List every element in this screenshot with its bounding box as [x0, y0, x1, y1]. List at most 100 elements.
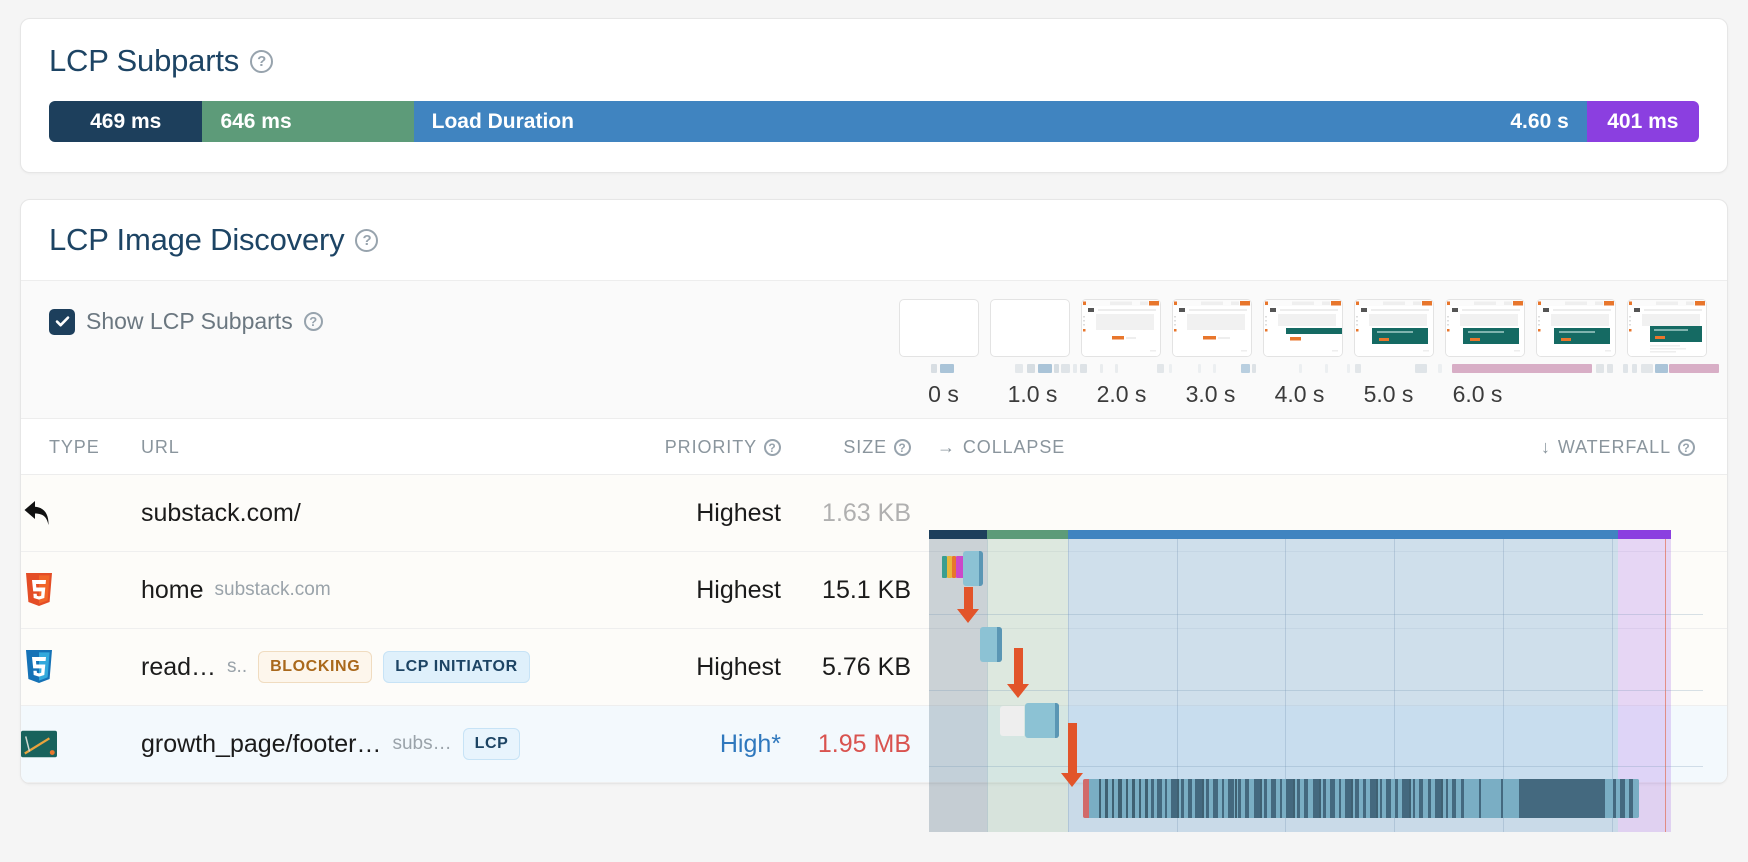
lcp-subparts-title: LCP Subparts ?: [49, 43, 1699, 79]
time-tick: 3.0 s: [1185, 381, 1236, 407]
row-priority-cell: High*: [611, 705, 781, 783]
column-header-collapse[interactable]: → COLLAPSE: [911, 419, 1064, 475]
show-lcp-subparts-toggle[interactable]: Show LCP Subparts ?: [49, 299, 323, 335]
filmstrip-row: Show LCP Subparts ? 0 s 1.0 s 2.0 s 3.0 …: [21, 281, 1727, 419]
lcp-subparts-card: LCP Subparts ? 469 ms 646 ms Load Durati…: [20, 18, 1728, 173]
row-type-cell: [21, 628, 141, 706]
help-icon[interactable]: ?: [1678, 439, 1695, 456]
time-tick: 2.0 s: [1096, 381, 1147, 407]
column-header-type[interactable]: TYPE: [21, 419, 141, 475]
badge-lcp[interactable]: LCP: [462, 728, 521, 760]
time-tick: 5.0 s: [1363, 381, 1414, 407]
subpart-load-delay[interactable]: 646 ms: [202, 101, 414, 142]
row-size-cell: 1.95 MB: [781, 705, 911, 783]
time-tick: 0 s: [928, 381, 959, 407]
lcp-report-page: LCP Subparts ? 469 ms 646 ms Load Durati…: [0, 0, 1748, 862]
filmstrip-thumb[interactable]: [990, 299, 1070, 357]
row-size-cell: 15.1 KB: [781, 551, 911, 629]
column-header-priority[interactable]: PRIORITY ?: [611, 419, 781, 475]
row-collapse-cell: [911, 628, 1021, 706]
help-icon[interactable]: ?: [303, 312, 323, 331]
filmstrip-thumb[interactable]: [1627, 299, 1707, 357]
row-url-host: substack.com: [214, 579, 331, 600]
row-waterfall-cell: [1021, 474, 1727, 552]
row-url-cell: growth_page/footer… subs… LCP: [141, 705, 611, 783]
row-waterfall-cell: [1021, 705, 1727, 783]
badge-blocking[interactable]: BLOCKING: [258, 651, 373, 683]
column-header-collapse-label: COLLAPSE: [962, 437, 1066, 457]
row-waterfall-cell: [1021, 551, 1727, 629]
row-url-text[interactable]: read…: [141, 653, 216, 682]
image-thumb-icon: [21, 726, 57, 762]
column-header-url-label: URL: [141, 437, 180, 457]
table-row[interactable]: growth_page/footer… subs… LCP High* 1.95…: [21, 705, 1727, 783]
lcp-image-discovery-header: LCP Image Discovery ?: [21, 200, 1727, 281]
row-url-text[interactable]: home: [141, 576, 204, 605]
row-priority-cell: Highest: [611, 628, 781, 706]
time-tick: 1.0 s: [1007, 381, 1058, 407]
row-type-cell: [21, 551, 141, 629]
lcp-subparts-bar: 469 ms 646 ms Load Duration 4.60 s 401 m…: [49, 101, 1699, 142]
subpart-load-duration[interactable]: Load Duration 4.60 s: [413, 101, 1587, 142]
time-tick: 6.0 s: [1452, 381, 1503, 407]
checkbox-checked-icon[interactable]: [49, 308, 75, 335]
help-icon[interactable]: ?: [355, 228, 379, 252]
filmstrip-thumb[interactable]: [1263, 299, 1343, 357]
row-size-cell: 5.76 KB: [781, 628, 911, 706]
lcp-image-discovery-card: LCP Image Discovery ? Show LCP Subparts …: [20, 199, 1728, 784]
column-header-size[interactable]: SIZE ?: [781, 419, 911, 475]
subpart-ttfb[interactable]: 469 ms: [49, 101, 203, 142]
column-header-size-label: SIZE: [843, 437, 887, 457]
column-header-url[interactable]: URL: [141, 419, 611, 475]
filmstrip-thumb[interactable]: [1536, 299, 1616, 357]
row-url-host: subs…: [392, 733, 452, 754]
column-header-waterfall-label: WATERFALL: [1557, 437, 1671, 457]
row-type-cell: [21, 705, 141, 783]
row-waterfall-cell: [1021, 628, 1727, 706]
row-priority-cell: Highest: [611, 551, 781, 629]
html5-icon: [21, 572, 57, 608]
waterfall-arrow-icon: ↓: [1540, 437, 1551, 457]
filmstrip-thumb[interactable]: [899, 299, 979, 357]
subpart-load-duration-label: Load Duration: [431, 109, 574, 133]
row-type-cell: [21, 474, 141, 552]
filmstrip-thumb[interactable]: [1354, 299, 1434, 357]
table-row[interactable]: read… s.. BLOCKING LCP INITIATOR Highest…: [21, 628, 1727, 706]
redirect-arrow-icon: [21, 495, 57, 531]
show-lcp-subparts-label: Show LCP Subparts: [86, 308, 293, 334]
row-priority-cell: Highest: [611, 474, 781, 552]
filmstrip-thumb[interactable]: [1081, 299, 1161, 357]
time-tick: 4.0 s: [1274, 381, 1325, 407]
table-row[interactable]: substack.com/ Highest 1.63 KB: [21, 474, 1727, 552]
filmstrip-thumb[interactable]: [1445, 299, 1525, 357]
subpart-ttfb-label: 469 ms: [90, 109, 162, 133]
collapse-arrow-icon: →: [937, 437, 956, 457]
filmstrip-activity-strip: [899, 364, 1719, 373]
help-icon[interactable]: ?: [250, 49, 274, 73]
column-header-type-label: TYPE: [49, 437, 100, 457]
row-collapse-cell: [911, 705, 1021, 783]
filmstrip-thumb[interactable]: [1172, 299, 1252, 357]
lcp-image-discovery-title-text: LCP Image Discovery: [49, 222, 345, 257]
table-header-row: TYPE URL PRIORITY ? SIZE ? → COLLAPSE ↓ …: [21, 419, 1727, 475]
row-size-cell: 1.63 KB: [781, 474, 911, 552]
column-header-waterfall[interactable]: ↓ WATERFALL ?: [1021, 419, 1727, 475]
row-url-text[interactable]: substack.com/: [141, 499, 301, 528]
requests-table: TYPE URL PRIORITY ? SIZE ? → COLLAPSE ↓ …: [21, 419, 1727, 783]
subpart-render-delay[interactable]: 401 ms: [1586, 101, 1699, 142]
column-header-priority-label: PRIORITY: [664, 437, 757, 457]
filmstrip: 0 s 1.0 s 2.0 s 3.0 s 4.0 s 5.0 s 6.0 s: [899, 299, 1719, 408]
request-bar[interactable]: [1089, 779, 1639, 818]
filmstrip-time-axis: 0 s 1.0 s 2.0 s 3.0 s 4.0 s 5.0 s 6.0 s: [899, 381, 1699, 408]
row-url-host: s..: [227, 656, 248, 677]
request-bar-ttfb: [1083, 779, 1089, 818]
badge-lcp-initiator[interactable]: LCP INITIATOR: [383, 651, 530, 683]
lcp-subparts-title-text: LCP Subparts: [49, 43, 240, 78]
help-icon[interactable]: ?: [894, 439, 911, 456]
table-row[interactable]: home substack.com Highest 15.1 KB: [21, 551, 1727, 629]
help-icon[interactable]: ?: [764, 439, 781, 456]
lcp-image-discovery-title: LCP Image Discovery ?: [49, 222, 1699, 258]
subpart-load-duration-value: 4.60 s: [1510, 109, 1569, 133]
row-url-text[interactable]: growth_page/footer…: [141, 730, 381, 759]
row-collapse-cell: [911, 474, 1021, 552]
